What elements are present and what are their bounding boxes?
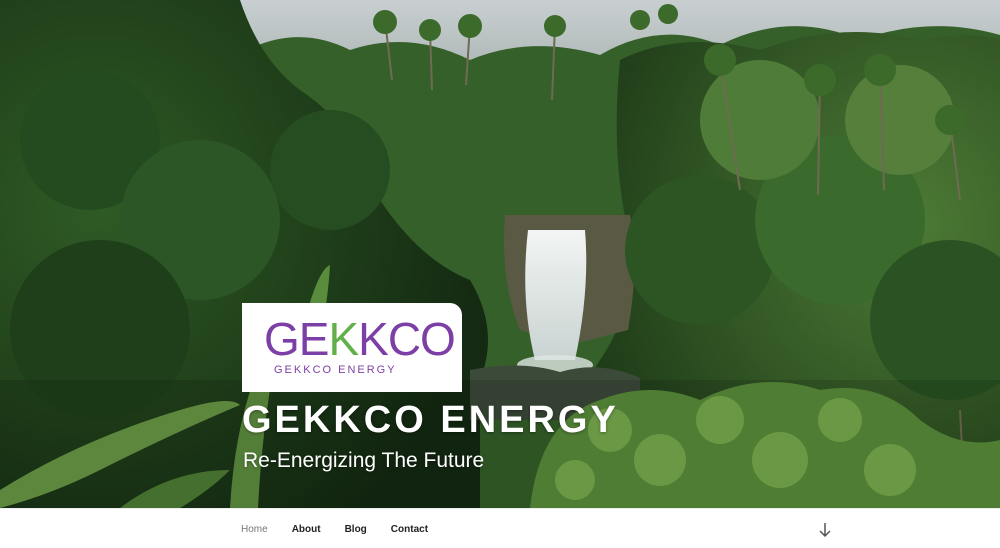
site-logo-card[interactable]: GEKKCO GEKKCO ENERGY [242,303,462,392]
page: GEKKCO GEKKCO ENERGY GEKKCO ENERGY Re-En… [0,0,1000,548]
site-logo-mark: GEKKCO [264,313,456,365]
nav-item-about[interactable]: About [292,524,321,535]
main-navigation: Home About Blog Contact [0,508,1000,548]
site-title[interactable]: GEKKCO ENERGY [242,398,619,442]
nav-item-contact[interactable]: Contact [391,524,428,535]
hero-header: GEKKCO GEKKCO ENERGY GEKKCO ENERGY Re-En… [0,0,1000,508]
nav-menu: Home About Blog Contact [241,509,452,548]
logo-subtitle: GEKKCO ENERGY [274,364,397,376]
arrow-down-icon[interactable] [818,522,832,538]
logo-mark-left: GE [264,313,329,365]
logo-mark-green-letter: K [328,313,359,365]
logo-mark-right: KCO [358,313,456,365]
nav-item-blog[interactable]: Blog [345,524,367,535]
site-tagline: Re-Energizing The Future [243,449,485,472]
nav-item-home[interactable]: Home [241,524,268,535]
